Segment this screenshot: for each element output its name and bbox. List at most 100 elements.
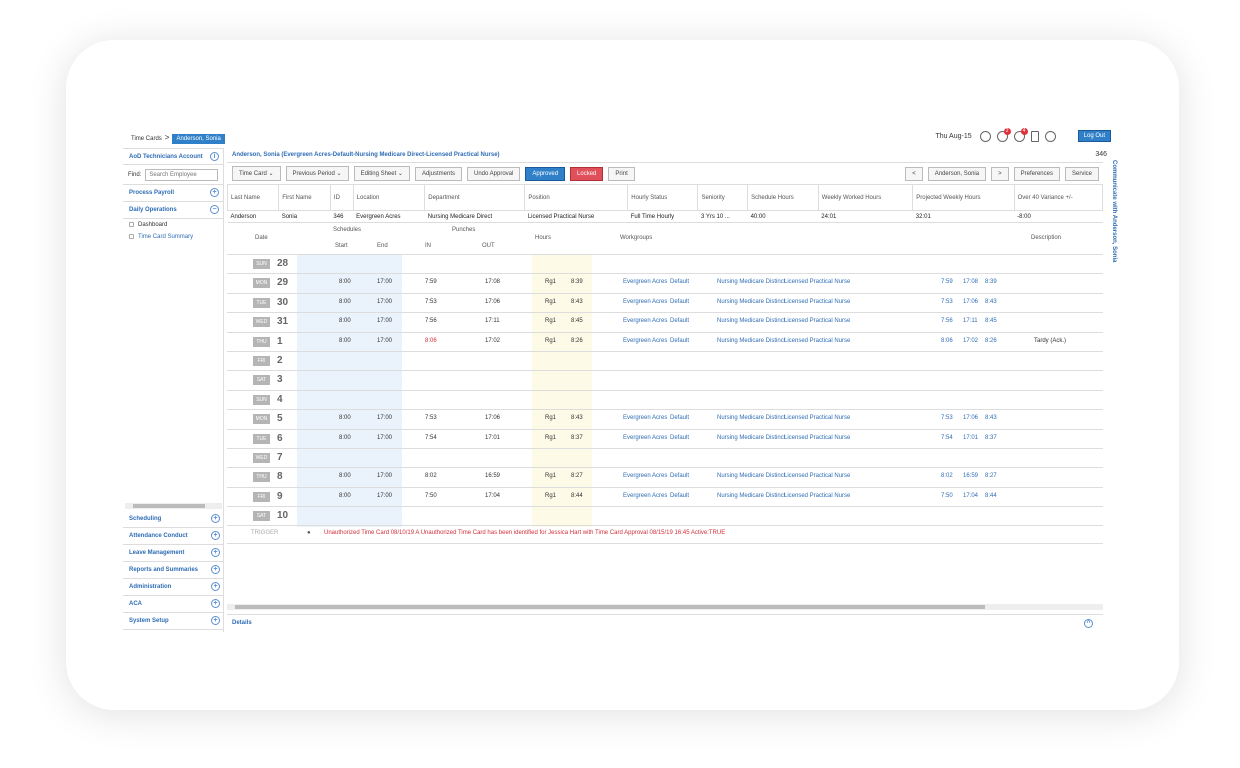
table-row[interactable]: SAT 10	[227, 507, 1103, 527]
adjustments-button[interactable]: Adjustments	[414, 166, 462, 181]
editing-sheet-dropdown[interactable]: Editing Sheet ⌄	[353, 166, 410, 181]
cell-pos[interactable]: Licensed Practical Nurse	[784, 473, 850, 479]
employee-selector[interactable]: Anderson, Sonia	[927, 166, 987, 181]
cell-loc[interactable]: Evergreen Acres	[623, 279, 667, 285]
cell-grp[interactable]: Default	[670, 435, 689, 441]
sidebar-section-aca[interactable]: ACA +	[123, 596, 224, 613]
sidebar-section-scheduling[interactable]: Scheduling +	[123, 511, 224, 528]
table-row[interactable]: SUN 4	[227, 391, 1103, 411]
table-row[interactable]: TUE 6 8:00 17:00 7:54 17:01 Rg1 8:37 Evergreen A…	[227, 430, 1103, 449]
sidebar-section-process-payroll[interactable]: Process Payroll +	[123, 185, 223, 202]
cell-pos[interactable]: Licensed Practical Nurse	[784, 435, 850, 441]
search-employee-input[interactable]: Search Employee	[145, 168, 218, 181]
print-button[interactable]: Print	[608, 166, 635, 181]
time-card-dropdown[interactable]: Time Card ⌄	[232, 166, 281, 181]
cell-dept[interactable]: Nursing Medicare Distinct	[717, 299, 785, 305]
previous-period-dropdown[interactable]: Previous Period ⌄	[285, 166, 349, 181]
bell-icon[interactable]: 4	[1013, 127, 1028, 142]
document-icon[interactable]	[1030, 130, 1039, 142]
refresh-icon[interactable]	[1044, 130, 1056, 142]
cell-grp[interactable]: Default	[670, 318, 689, 324]
cell-grp[interactable]: Default	[670, 493, 689, 499]
plus-icon[interactable]: +	[210, 188, 219, 197]
cell-pos[interactable]: Licensed Practical Nurse	[784, 279, 850, 285]
grid-scrollbar[interactable]	[227, 604, 1103, 610]
cell-dept[interactable]: Nursing Medicare Distinct	[717, 318, 785, 324]
scroll-thumb[interactable]	[133, 504, 205, 508]
cell-dept[interactable]: Nursing Medicare Distinct	[717, 415, 785, 421]
cell-grp[interactable]: Default	[670, 415, 689, 421]
logout-button[interactable]: Log Out	[1077, 130, 1111, 142]
service-button[interactable]: Service	[1064, 166, 1099, 181]
cell-loc[interactable]: Evergreen Acres	[623, 299, 667, 305]
cell-grp[interactable]: Default	[670, 299, 689, 305]
approved-button[interactable]: Approved	[525, 166, 566, 181]
plus-icon[interactable]: +	[211, 582, 220, 591]
cell-grp[interactable]: Default	[670, 338, 689, 344]
plus-icon[interactable]: +	[211, 531, 220, 540]
table-row[interactable]: FRI 9 8:00 17:00 7:50 17:04 Rg1 8:44 Evergreen A…	[227, 488, 1103, 508]
cell-loc[interactable]: Evergreen Acres	[623, 473, 667, 479]
cell-loc[interactable]: Evergreen Acres	[623, 415, 667, 421]
cell-pos[interactable]: Licensed Practical Nurse	[784, 338, 850, 344]
table-row[interactable]: MON 29 8:00 17:00 7:59 17:08 Rg1 8:39 Evergreen …	[227, 274, 1103, 294]
plus-icon[interactable]: +	[211, 616, 220, 625]
cell-p1: 7:56	[941, 318, 953, 325]
table-row[interactable]: THU 8 8:00 17:00 8:02 16:59 Rg1 8:27 Evergreen A…	[227, 468, 1103, 488]
prev-employee-button[interactable]: <	[905, 166, 923, 181]
table-row[interactable]: WED 31 8:00 17:00 7:56 17:11 Rg1 8:45 Evergreen …	[227, 313, 1103, 333]
cell-pos[interactable]: Licensed Practical Nurse	[784, 415, 850, 421]
table-row[interactable]: MON 5 8:00 17:00 7:53 17:06 Rg1 8:43 Evergreen A…	[227, 410, 1103, 430]
details-panel[interactable]: Details ^	[227, 614, 1103, 632]
cell-grp[interactable]: Default	[670, 473, 689, 479]
scroll-thumb[interactable]	[235, 605, 985, 609]
cell-pos[interactable]: Licensed Practical Nurse	[784, 493, 850, 499]
info-icon[interactable]: i	[210, 152, 219, 161]
table-row[interactable]: WED 7	[227, 449, 1103, 469]
undo-approval-button[interactable]: Undo Approval	[466, 166, 521, 181]
sidebar-section-reports[interactable]: Reports and Summaries +	[123, 562, 224, 579]
table-row[interactable]: SAT 3	[227, 371, 1103, 391]
cell-pos[interactable]: Licensed Practical Nurse	[784, 318, 850, 324]
cell-loc[interactable]: Evergreen Acres	[623, 338, 667, 344]
breadcrumb-root[interactable]: Time Cards	[131, 136, 162, 142]
sidebar-section-system-setup[interactable]: System Setup +	[123, 613, 224, 630]
plus-icon[interactable]: +	[211, 565, 220, 574]
next-employee-button[interactable]: >	[991, 166, 1009, 181]
sidebar-item-time-card-summary[interactable]: Time Card Summary	[123, 231, 223, 243]
plus-icon[interactable]: +	[211, 599, 220, 608]
cell-dept[interactable]: Nursing Medicare Distinct	[717, 493, 785, 499]
sidebar-section-administration[interactable]: Administration +	[123, 579, 224, 596]
locked-button[interactable]: Locked	[570, 166, 604, 181]
sidebar-section-attendance[interactable]: Attendance Conduct +	[123, 528, 224, 545]
cell-start: 8:00	[339, 415, 351, 422]
table-row[interactable]: FRI 2	[227, 352, 1103, 372]
table-row[interactable]: THU 1 8:00 17:00 8:06 17:02 Rg1 8:26 Evergreen A…	[227, 333, 1103, 352]
user-icon[interactable]	[979, 130, 991, 142]
breadcrumb-current[interactable]: Anderson, Sonia	[172, 134, 225, 144]
cell-loc[interactable]: Evergreen Acres	[623, 318, 667, 324]
cell-loc[interactable]: Evergreen Acres	[623, 493, 667, 499]
cell-dept[interactable]: Nursing Medicare Distinct	[717, 435, 785, 441]
sidebar-section-daily-operations[interactable]: Daily Operations −	[123, 202, 223, 219]
plus-icon[interactable]: +	[211, 548, 220, 557]
communicate-link[interactable]: Communicate with Anderson, Sonia	[1111, 160, 1117, 262]
sidebar-scrollbar[interactable]	[125, 503, 222, 509]
plus-icon[interactable]: +	[211, 514, 220, 523]
cell-loc[interactable]: Evergreen Acres	[623, 435, 667, 441]
minus-icon[interactable]: −	[210, 205, 219, 214]
chat-icon[interactable]: 2	[996, 127, 1011, 142]
sidebar-section-leave[interactable]: Leave Management +	[123, 545, 224, 562]
table-row[interactable]: SUN 28	[227, 255, 1103, 275]
cell-dept[interactable]: Nursing Medicare Distinct	[717, 338, 785, 344]
account-title[interactable]: AoD Technicians Account i	[123, 149, 223, 165]
expand-icon[interactable]: ^	[1084, 619, 1093, 628]
cell-dept[interactable]: Nursing Medicare Distinct	[717, 473, 785, 479]
table-row[interactable]: TUE 30 8:00 17:00 7:53 17:06 Rg1 8:43 Evergreen …	[227, 294, 1103, 314]
cell-dept[interactable]: Nursing Medicare Distinct	[717, 279, 785, 285]
sidebar-item-dashboard[interactable]: Dashboard	[123, 219, 223, 231]
preferences-button[interactable]: Preferences	[1013, 166, 1060, 181]
cell-grp[interactable]: Default	[670, 279, 689, 285]
cell-in: 7:56	[425, 318, 437, 325]
cell-pos[interactable]: Licensed Practical Nurse	[784, 299, 850, 305]
